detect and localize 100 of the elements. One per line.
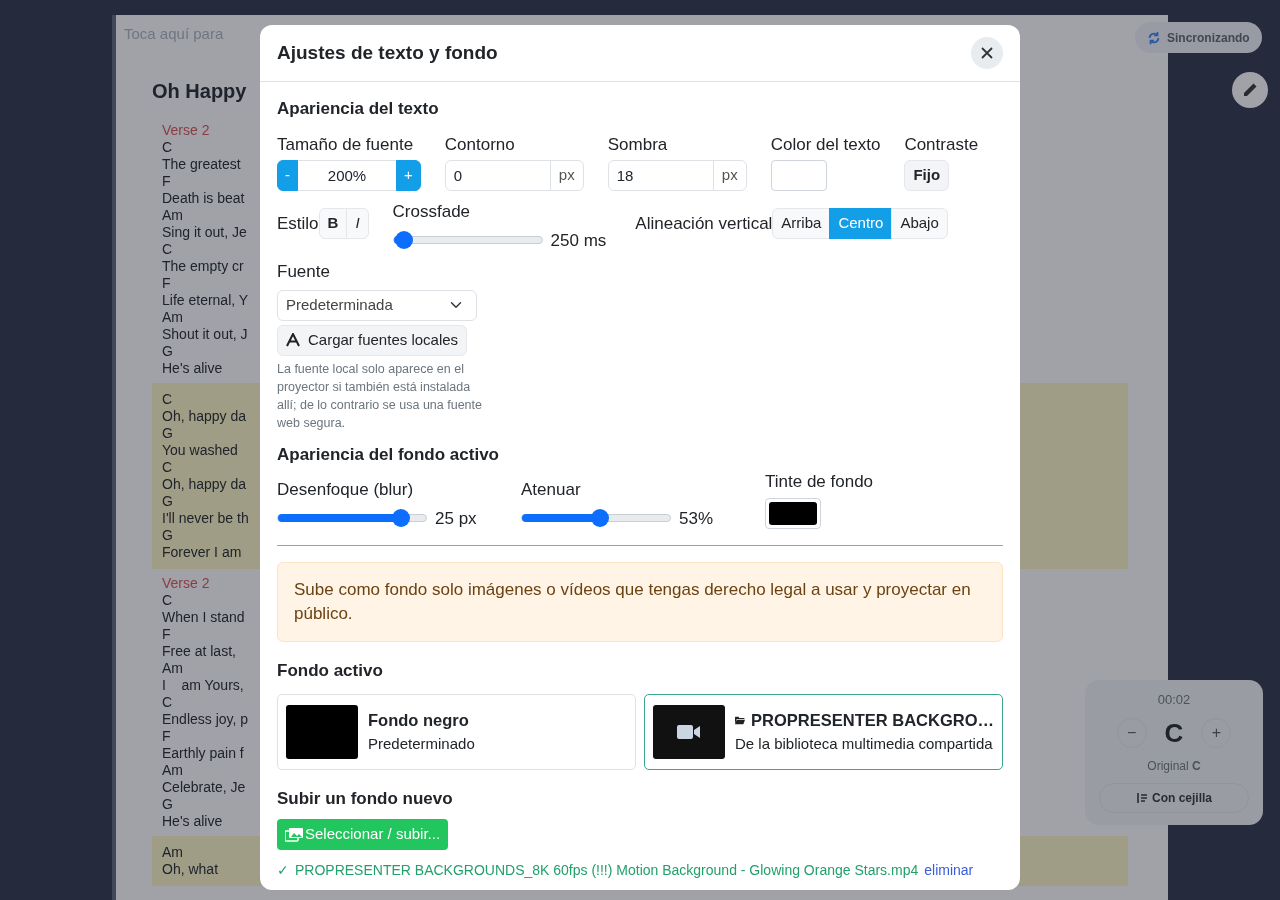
lyric-line: I'll never be th	[162, 509, 249, 527]
remove-link[interactable]: eliminar	[924, 860, 974, 881]
contrast-button[interactable]: Fijo	[904, 160, 950, 191]
transpose-up-button[interactable]: +	[1201, 718, 1232, 748]
lyric-line: He's alive	[162, 812, 223, 830]
lyric-line: The greatest	[162, 155, 241, 173]
blur-slider[interactable]	[277, 509, 427, 528]
section-heading: Apariencia del fondo activo	[277, 443, 500, 466]
field-label: Color del texto	[770, 133, 881, 156]
alignment-option[interactable]: Abajo	[891, 208, 948, 239]
slider-reading: 250 ms	[550, 229, 607, 252]
section-heading: Subir un fondo nuevo	[277, 787, 454, 810]
notice-message: Sube como fondo solo imágenes o vídeos que tengas derecho legal a usar y proyectar en público.	[277, 562, 1003, 642]
field-label: Estilo	[277, 212, 319, 235]
field-label: Crossfade	[392, 201, 472, 223]
option-subtitle: De la biblioteca multimedia compartida	[735, 733, 994, 754]
field-label: Contraste	[904, 133, 979, 156]
chord-text: C	[162, 138, 173, 156]
lyric-line: Oh, happy da	[162, 475, 247, 493]
chord-text: F	[162, 274, 171, 292]
option-subtitle: Predeterminado	[368, 733, 475, 754]
chord-text: Am	[162, 308, 183, 326]
lyric-line: You washed	[162, 441, 238, 459]
font-size-field[interactable]: 200%	[297, 160, 397, 191]
edit-button[interactable]	[1232, 72, 1268, 108]
slider-thumb[interactable]	[394, 231, 413, 250]
pencil-icon	[1242, 82, 1258, 98]
slider-thumb[interactable]	[591, 509, 610, 528]
lyric-line: Endless joy, p	[162, 710, 249, 728]
lyric-line: Oh, happy da	[162, 407, 247, 425]
section-heading: Apariencia del texto	[277, 98, 440, 120]
help-text: La fuente local solo aparece en el proyector si también está instalada allí; de lo contrario se usa una fuente web segura.	[277, 360, 483, 432]
italic-button[interactable]: I	[346, 208, 369, 239]
close-icon	[981, 47, 993, 59]
lyric-line: Free at last,	[162, 642, 236, 660]
slider-thumb[interactable]	[391, 509, 410, 528]
chord-text: F	[162, 727, 171, 745]
slider-reading: 53%	[679, 507, 714, 530]
chord-text: F	[162, 625, 171, 643]
chord-text: G	[162, 424, 173, 442]
font-select[interactable]: Predeterminada	[277, 289, 477, 321]
section-label: Verse 2	[162, 121, 210, 139]
chord-text: Am	[162, 206, 183, 224]
field-label: Alineación vertical	[635, 212, 773, 235]
lyric-line: Shout it out, J	[162, 325, 248, 343]
chord-text: Am	[162, 659, 183, 677]
video-camera-icon	[677, 723, 701, 740]
option-title: Fondo negro	[368, 709, 469, 731]
field-label: Sombra	[607, 133, 669, 156]
field-label: Desenfoque (blur)	[277, 479, 415, 501]
chord-text: F	[162, 172, 171, 190]
chord-text: Am	[162, 843, 183, 861]
unit-label: px	[549, 160, 584, 191]
background-option[interactable]: PROPRESENTER BACKGRO… De la biblioteca multimedia compartida	[644, 693, 1003, 770]
chord-text: G	[162, 492, 173, 510]
sync-icon	[1147, 30, 1161, 45]
lyric-line: Forever I am	[162, 543, 242, 561]
field-label: Tamaño de fuente	[277, 133, 415, 156]
chord-text: G	[162, 795, 173, 813]
file-name: PROPRESENTER BACKGROUNDS_8K 60fps (!!!) Motion Background - Glowing Orange Stars.mp4	[295, 861, 919, 880]
font-icon	[286, 333, 300, 347]
shadow-field[interactable]: 18	[607, 160, 714, 191]
chord-text: C	[162, 390, 173, 408]
lyric-line: When I stand	[162, 608, 245, 626]
lyric-line: Sing it out, Je	[162, 223, 247, 241]
lyric-line: I am Yours,	[162, 676, 244, 694]
outline-field[interactable]: 0	[444, 160, 551, 191]
lyric-line: He's alive	[162, 359, 223, 377]
chord-text: C	[162, 693, 173, 711]
section-label: Verse 2	[162, 574, 210, 592]
field-label: Fuente	[277, 261, 331, 283]
check-mark: ✓	[277, 861, 289, 880]
background-option[interactable]: Fondo negro Predeterminado	[277, 693, 636, 770]
text-color-swatch[interactable]	[770, 160, 827, 191]
unit-label: px	[712, 160, 747, 191]
images-icon	[285, 827, 303, 842]
song-title: Oh Happy	[152, 78, 247, 104]
original-key: Original C	[1147, 756, 1201, 775]
status-text: Sincronizando	[1167, 29, 1250, 47]
section-heading: Fondo activo	[277, 660, 384, 682]
slider-reading: 25 px	[435, 507, 477, 530]
bold-button[interactable]: B	[318, 208, 348, 239]
lyric-line: Death is beat	[162, 189, 245, 207]
lyric-line: Celebrate, Je	[162, 778, 246, 796]
close-button[interactable]	[971, 37, 1003, 69]
chord-text: G	[162, 342, 173, 360]
lyric-line: Oh, what	[162, 860, 219, 878]
chord-text: C	[162, 591, 173, 609]
dim-slider[interactable]	[521, 509, 671, 528]
lyric-line: Life eternal, Y	[162, 291, 249, 309]
field-label: Atenuar	[521, 479, 582, 501]
load-fonts-button[interactable]: Cargar fuentes locales	[277, 324, 468, 356]
elapsed-time: 00:02	[1157, 691, 1191, 709]
alignment-option[interactable]: Arriba	[772, 208, 831, 239]
chord-text: C	[162, 240, 173, 258]
field-label: Tinte de fondo	[765, 471, 874, 493]
chord-text: Am	[162, 761, 183, 779]
key-label: C	[1164, 716, 1184, 750]
transpose-down-button[interactable]: −	[1116, 718, 1147, 748]
capo-button[interactable]: Con cejilla	[1099, 782, 1249, 813]
